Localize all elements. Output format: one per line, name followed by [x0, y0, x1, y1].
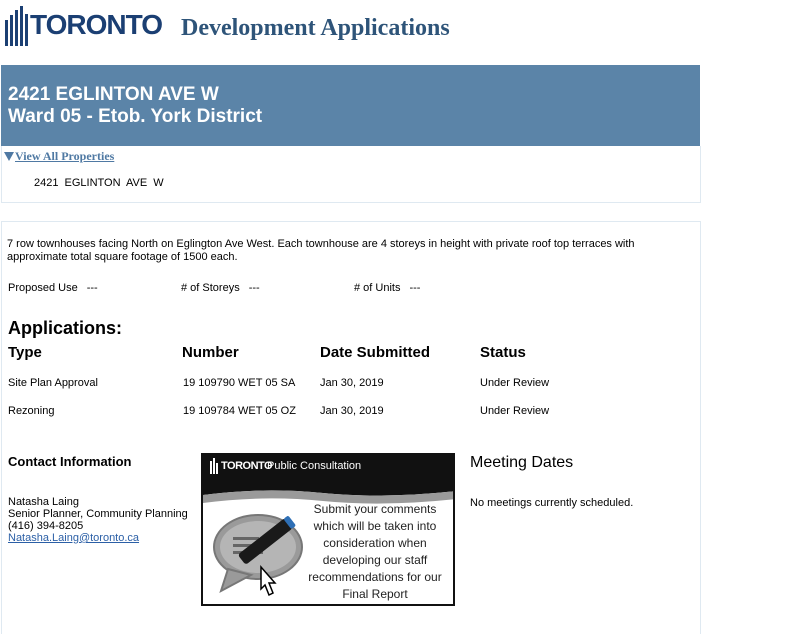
column-header-status: Status	[480, 344, 526, 361]
contact-title: Senior Planner, Community Planning	[8, 508, 188, 520]
public-consultation-banner[interactable]: TORONTO Public Consultation Submit your …	[201, 453, 455, 606]
storeys: # of Storeys ---	[181, 282, 260, 294]
triangle-down-icon	[4, 152, 14, 161]
app-number: 19 109784 WET 05 OZ	[183, 405, 296, 417]
contact-heading: Contact Information	[8, 454, 132, 469]
banner-address: 2421 EGLINTON AVE W	[8, 84, 219, 105]
units-label: # of Units	[354, 282, 401, 294]
contact-name: Natasha Laing	[8, 496, 79, 508]
column-header-type: Type	[8, 344, 42, 361]
storeys-value: ---	[248, 282, 260, 294]
meeting-dates-text: No meetings currently scheduled.	[470, 497, 634, 509]
site-title: Development Applications	[181, 15, 450, 41]
app-date: Jan 30, 2019	[320, 377, 384, 389]
applications-heading: Applications:	[8, 318, 123, 338]
property-address-item: 2421 EGLINTON AVE W	[34, 177, 164, 189]
contact-email-link[interactable]: Natasha.Laing@toronto.ca	[8, 532, 139, 544]
app-status: Under Review	[480, 377, 550, 389]
column-header-number: Number	[182, 344, 239, 361]
storeys-label: # of Storeys	[181, 282, 240, 294]
project-description: 7 row townhouses facing North on Eglingt…	[7, 238, 635, 263]
property-banner: 2421 EGLINTON AVE W Ward 05 - Etob. York…	[1, 65, 700, 146]
meeting-dates-heading: Meeting Dates	[470, 454, 574, 471]
logo-wordmark[interactable]: TORONTO	[30, 9, 163, 41]
consultation-text: Submit your comments which will be taken…	[308, 502, 442, 601]
consultation-brand: TORONTO	[221, 460, 273, 472]
view-all-properties-link[interactable]: View All Properties	[4, 149, 114, 164]
proposed-use-label: Proposed Use	[8, 282, 78, 294]
proposed-use-value: ---	[86, 282, 98, 294]
units-value: ---	[409, 282, 421, 294]
view-all-label: View All Properties	[15, 149, 115, 163]
app-number: 19 109790 WET 05 SA	[183, 377, 296, 389]
app-type: Site Plan Approval	[8, 377, 98, 389]
properties-panel: View All Properties 2421 EGLINTON AVE W	[1, 146, 701, 203]
app-date: Jan 30, 2019	[320, 405, 384, 417]
app-status: Under Review	[480, 405, 550, 417]
page-header: TORONTO Development Applications	[0, 0, 801, 62]
proposed-use: Proposed Use ---	[8, 282, 98, 294]
app-type: Rezoning	[8, 405, 55, 417]
units: # of Units ---	[354, 282, 420, 294]
contact-phone: (416) 394-8205	[8, 520, 84, 532]
application-details: 7 row townhouses facing North on Eglingt…	[1, 221, 701, 634]
consultation-subtitle: Public Consultation	[267, 460, 362, 472]
banner-ward: Ward 05 - Etob. York District	[8, 106, 263, 127]
column-header-date: Date Submitted	[320, 344, 431, 361]
